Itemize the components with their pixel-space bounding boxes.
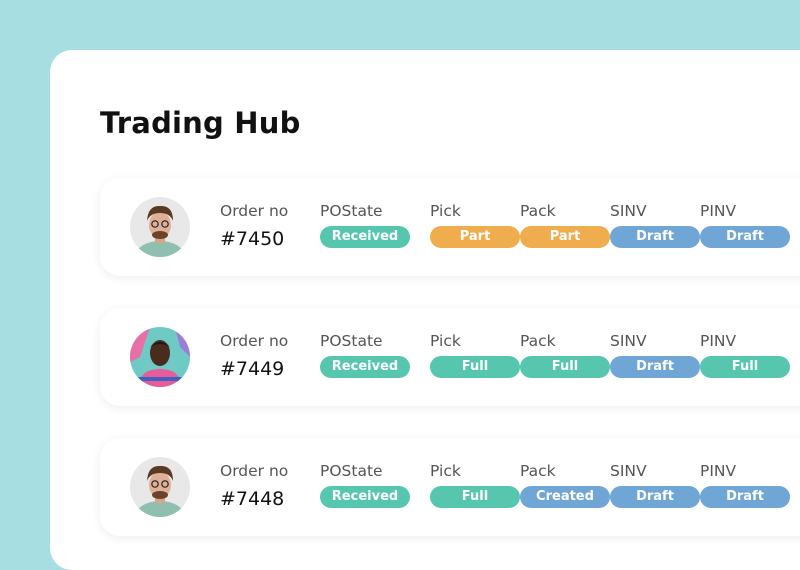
pack-status-badge[interactable]: Created [520,486,610,508]
order-number-column: Order no #7450 [220,202,288,250]
pinv-label: PINV [700,202,737,220]
pinv-status-badge[interactable]: Full [700,356,790,378]
order-no-label: Order no [220,202,289,220]
pick-column: Pick Part [430,202,520,248]
avatar [130,457,190,517]
pack-status-badge[interactable]: Part [520,226,610,248]
order-no-label: Order no [220,462,289,480]
pack-label: Pack [520,202,556,220]
pack-label: Pack [520,332,556,350]
sinv-label: SINV [610,202,647,220]
sinv-label: SINV [610,462,647,480]
postate-column: POState Received [320,462,410,508]
order-card[interactable]: Order no #7449 POState Received Pick Full P… [100,308,800,406]
sinv-column: SINV Draft [610,332,700,378]
sinv-column: SINV Draft [610,202,700,248]
pack-column: Pack Part [520,202,610,248]
pick-column: Pick Full [430,332,520,378]
pinv-status-badge[interactable]: Draft [700,226,790,248]
order-card[interactable]: Order no #7448 POState Received Pick Full P… [100,438,800,536]
postate-status-badge[interactable]: Received [320,356,410,378]
postate-status-badge[interactable]: Received [320,226,410,248]
page-title: Trading Hub [100,106,301,140]
pinv-status-badge[interactable]: Draft [700,486,790,508]
pack-column: Pack Created [520,462,610,508]
pack-status-badge[interactable]: Full [520,356,610,378]
sinv-status-badge[interactable]: Draft [610,226,700,248]
sinv-label: SINV [610,332,647,350]
pick-status-badge[interactable]: Full [430,356,520,378]
pinv-column: PINV Draft [700,462,790,508]
order-number-column: Order no #7448 [220,462,288,510]
sinv-status-badge[interactable]: Draft [610,486,700,508]
postate-column: POState Received [320,202,410,248]
avatar [130,327,190,387]
order-number: #7448 [220,488,285,510]
pinv-label: PINV [700,332,737,350]
pack-column: Pack Full [520,332,610,378]
sinv-column: SINV Draft [610,462,700,508]
order-number-column: Order no #7449 [220,332,288,380]
postate-label: POState [320,332,383,350]
pick-label: Pick [430,462,461,480]
pick-label: Pick [430,202,461,220]
pick-status-badge[interactable]: Full [430,486,520,508]
postate-column: POState Received [320,332,410,378]
pick-status-badge[interactable]: Part [430,226,520,248]
pick-column: Pick Full [430,462,520,508]
postate-label: POState [320,202,383,220]
order-number: #7449 [220,358,285,380]
postate-status-badge[interactable]: Received [320,486,410,508]
pack-label: Pack [520,462,556,480]
avatar [130,197,190,257]
order-no-label: Order no [220,332,289,350]
order-card[interactable]: Order no #7450 POState Received Pick Part P… [100,178,800,276]
postate-label: POState [320,462,383,480]
pinv-column: PINV Draft [700,202,790,248]
pinv-column: PINV Full [700,332,790,378]
sinv-status-badge[interactable]: Draft [610,356,700,378]
pick-label: Pick [430,332,461,350]
pinv-label: PINV [700,462,737,480]
order-number: #7450 [220,228,285,250]
